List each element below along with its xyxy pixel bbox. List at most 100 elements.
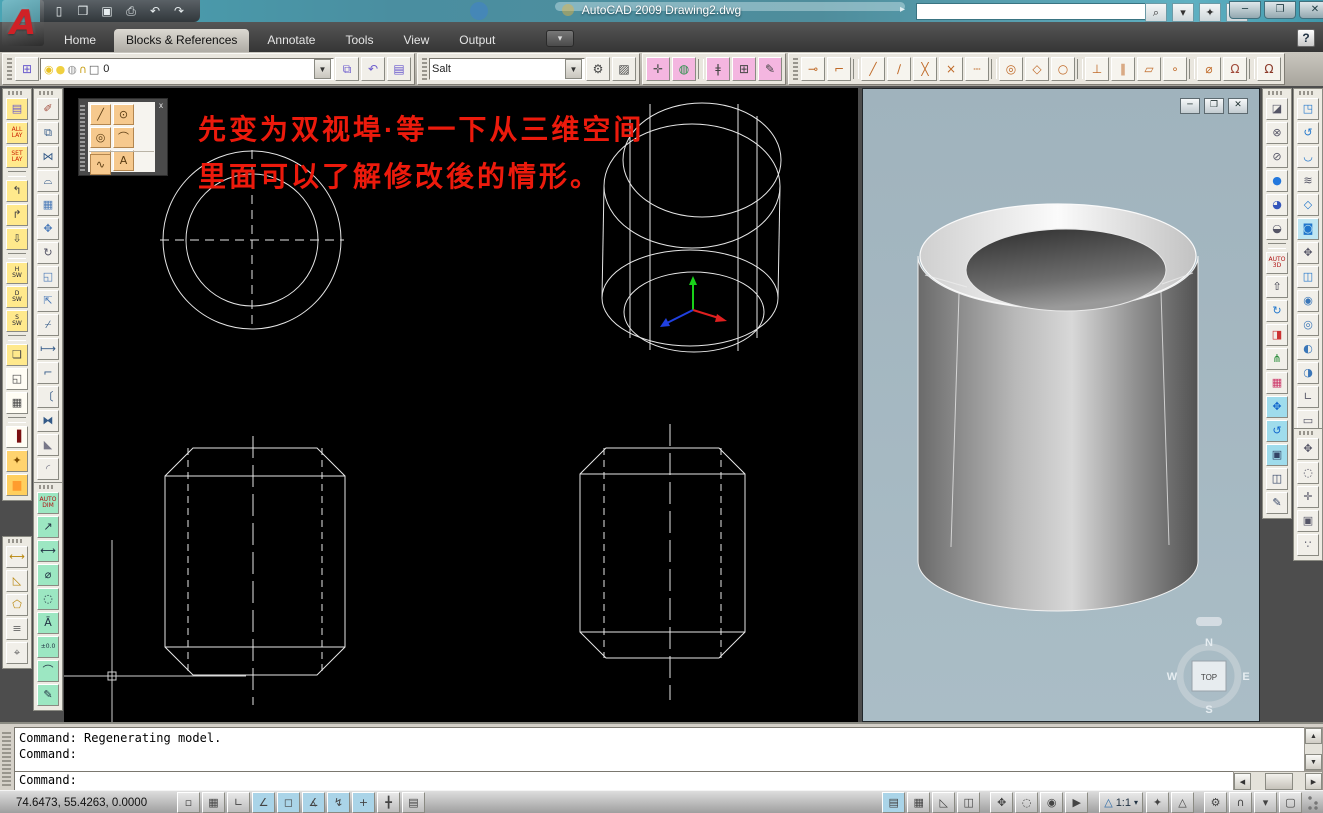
- snap-node-button[interactable]: ∘: [1163, 57, 1187, 81]
- auto-3d-button[interactable]: AUTO 3D: [1266, 252, 1288, 274]
- snap-perpendicular-button[interactable]: ⊥: [1085, 57, 1109, 81]
- snap-insert-button[interactable]: ▱: [1137, 57, 1161, 81]
- steering-wheel-button[interactable]: ◉: [1040, 792, 1064, 813]
- constrained-orbit-button[interactable]: ✛: [1297, 486, 1319, 508]
- break-button[interactable]: 〔: [37, 386, 59, 408]
- communication-center-button[interactable]: ✦: [1199, 3, 1221, 22]
- scroll-up-icon[interactable]: ▲: [1305, 728, 1322, 744]
- sketch-erase-button[interactable]: ✎: [758, 57, 782, 81]
- pan-button[interactable]: ✥: [990, 792, 1014, 813]
- h-sw-button[interactable]: H SW: [6, 262, 28, 284]
- circle-tool-button[interactable]: ⊙: [113, 104, 134, 125]
- command-input[interactable]: Command:: [14, 771, 1235, 792]
- command-horizontal-scrollbar[interactable]: ◀ ▶: [1233, 771, 1323, 792]
- snap-quadrant-button[interactable]: ◇: [1025, 57, 1049, 81]
- polar-toggle[interactable]: ∠: [252, 792, 275, 813]
- layer-states-button[interactable]: ▤: [387, 57, 411, 81]
- diameter-dimension-button[interactable]: ⌀: [37, 564, 59, 586]
- viewport-restore-button[interactable]: ❐: [1204, 98, 1224, 114]
- arc-tool-button[interactable]: ⌒: [113, 127, 134, 148]
- dim-zoom-button[interactable]: ◌: [37, 588, 59, 610]
- drawing-canvas[interactable]: 先变为双视埠·等一下从三维空间 里面可以了解修改後的情形。 ╱⊙◎⌒↗A ∿ x: [64, 88, 858, 722]
- keypad-panel-button[interactable]: ▦: [6, 392, 28, 414]
- tab-blocks-references[interactable]: Blocks & References: [114, 29, 250, 52]
- snap-midpoint-button[interactable]: ∕: [887, 57, 911, 81]
- join-button[interactable]: ⧓: [37, 410, 59, 432]
- flashlight-button[interactable]: ✦: [6, 450, 28, 472]
- gradient-swatch-button[interactable]: ▆: [6, 474, 28, 496]
- search-options-arrow[interactable]: ▾: [1172, 3, 1194, 22]
- pan-hand-button[interactable]: ✥: [1297, 438, 1319, 460]
- zoom-button[interactable]: ◌: [1015, 792, 1039, 813]
- ellipse-tool-button[interactable]: ◎: [90, 127, 111, 148]
- layer-walk-s-button[interactable]: ↱: [6, 204, 28, 226]
- lwt-toggle[interactable]: ╋: [377, 792, 400, 813]
- list-script-button[interactable]: ≡: [6, 618, 28, 640]
- quick-view-drawings-button[interactable]: ◺: [932, 792, 956, 813]
- 3d-wireframe-style-button[interactable]: ⊗: [1266, 122, 1288, 144]
- interference-check-button[interactable]: ◑: [1297, 362, 1319, 384]
- copy-sheets-button[interactable]: ❏: [6, 344, 28, 366]
- show-motion-button[interactable]: ▶: [1065, 792, 1089, 813]
- tab-tools[interactable]: Tools: [333, 29, 385, 52]
- conceptual-style-button[interactable]: ◕: [1266, 194, 1288, 216]
- layer-previous-button[interactable]: ↶: [361, 57, 385, 81]
- 3d-orbit-button[interactable]: ↺: [1266, 420, 1288, 442]
- layer-walk-l-button[interactable]: ↰: [6, 180, 28, 202]
- 3d-pan-button[interactable]: ✥: [1266, 396, 1288, 418]
- subtract-button[interactable]: ◎: [1297, 314, 1319, 336]
- inquiry-point-button[interactable]: ⌖: [6, 642, 28, 664]
- intersect-button[interactable]: ◐: [1297, 338, 1319, 360]
- clean-screen-button[interactable]: ▢: [1279, 792, 1302, 813]
- polysolid-button[interactable]: ◳: [1297, 98, 1319, 120]
- s-sw-button[interactable]: S SW: [6, 310, 28, 332]
- sign-check-button[interactable]: ✎: [1266, 492, 1288, 514]
- quick-view-layouts-button[interactable]: ▦: [907, 792, 931, 813]
- close-icon[interactable]: x: [156, 100, 166, 110]
- mirror-button[interactable]: ⋈: [37, 146, 59, 168]
- fillet-button[interactable]: ◜: [37, 458, 59, 480]
- toolbar-grip[interactable]: [422, 58, 427, 80]
- model-button[interactable]: ▤: [882, 792, 906, 813]
- swivel-view-button[interactable]: ↻: [1266, 300, 1288, 322]
- osnap-settings-button[interactable]: Ω: [1257, 57, 1281, 81]
- layout-window-button[interactable]: ◱: [6, 368, 28, 390]
- union-button[interactable]: ◉: [1297, 290, 1319, 312]
- annotation-visibility-button[interactable]: ✦: [1146, 792, 1169, 813]
- layer-properties-manager-button[interactable]: ⊞: [15, 57, 39, 81]
- application-menu-button[interactable]: A: [2, 0, 44, 46]
- 2d-wireframe-style-button[interactable]: ◪: [1266, 98, 1288, 120]
- interfere-button[interactable]: ◨: [1266, 324, 1288, 346]
- 3d-move-button[interactable]: ✥: [1297, 242, 1319, 264]
- layer-dropdown[interactable]: ◉ ● ◍ ∩ □ 0 ▼: [40, 58, 334, 80]
- style-dropdown[interactable]: Salt ▼: [429, 58, 585, 80]
- tile-viewports-button[interactable]: ▦: [1266, 372, 1288, 394]
- divide-tool-button[interactable]: ∿: [90, 154, 111, 175]
- sweep-button[interactable]: ◡: [1297, 146, 1319, 168]
- point-filter-button[interactable]: ✛: [646, 57, 670, 81]
- snap-none-button[interactable]: Ω: [1223, 57, 1247, 81]
- realistic-style-button[interactable]: ●: [1266, 170, 1288, 192]
- measure-distance-button[interactable]: ⟷: [6, 546, 28, 568]
- close-button[interactable]: ✕: [1299, 1, 1323, 19]
- viewport-minimize-button[interactable]: ─: [1180, 98, 1200, 114]
- viewport-3d[interactable]: N W E S TOP ─ ❐ ✕: [862, 88, 1260, 722]
- d-sw-button[interactable]: D SW: [6, 286, 28, 308]
- viewport-close-button[interactable]: ✕: [1228, 98, 1248, 114]
- stretch-button[interactable]: ⇱: [37, 290, 59, 312]
- style-edit-button[interactable]: ▨: [612, 57, 636, 81]
- slice-button[interactable]: ◫: [1297, 266, 1319, 288]
- command-history[interactable]: Command: Regenerating model. Command:: [14, 727, 1313, 773]
- set-lay-button[interactable]: SET LAY: [6, 146, 28, 168]
- tab-home[interactable]: Home: [52, 29, 108, 52]
- resize-grip[interactable]: [1307, 793, 1321, 812]
- auto-annotation-button[interactable]: △: [1171, 792, 1194, 813]
- qp-toggle[interactable]: ▤: [402, 792, 425, 813]
- snap-intersection-button[interactable]: ╳: [913, 57, 937, 81]
- scroll-right-icon[interactable]: ▶: [1305, 773, 1322, 790]
- walk-button[interactable]: ∵: [1297, 534, 1319, 556]
- extend-button[interactable]: ⟼: [37, 338, 59, 360]
- ucs-3point-button[interactable]: ∟: [1297, 386, 1319, 408]
- snap-parallel-button[interactable]: ∥: [1111, 57, 1135, 81]
- layout-button[interactable]: ◫: [957, 792, 981, 813]
